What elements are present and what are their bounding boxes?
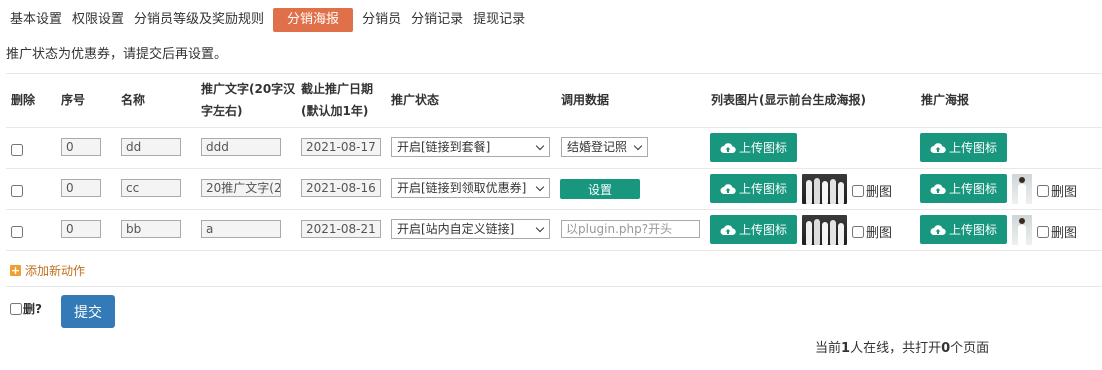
status-select[interactable]: 开启[链接到套餐] xyxy=(391,137,550,157)
delete-image-checkbox[interactable] xyxy=(852,184,864,197)
list-image-upload-button[interactable]: 上传图标 xyxy=(710,133,797,162)
name-input[interactable]: dd xyxy=(121,138,181,156)
custom-link-input[interactable]: 以plugin.php?开头 xyxy=(561,220,700,238)
index-input[interactable]: 0 xyxy=(61,138,101,156)
delete-confirm[interactable]: 删? xyxy=(10,300,42,317)
divider xyxy=(6,168,1102,169)
cloud-upload-icon xyxy=(930,142,946,153)
deadline-input[interactable]: 2021-08-21 xyxy=(301,220,381,238)
list-image-delete[interactable]: 删图 xyxy=(852,181,892,200)
divider xyxy=(6,250,1102,251)
nav-poster[interactable]: 分销海报 xyxy=(273,8,354,32)
header-list-image: 列表图片(显示前台生成海报) xyxy=(711,93,866,107)
nav-level-rules[interactable]: 分销员等级及奖励规则 xyxy=(129,8,269,32)
divider xyxy=(6,286,1102,287)
delete-image-label: 删图 xyxy=(866,185,893,200)
submit-button[interactable]: 提交 xyxy=(61,295,115,328)
status-select-value: 开启[链接到领取优惠券] xyxy=(397,181,527,195)
status-select-value: 开启[站内自定义链接] xyxy=(397,222,515,236)
deadline-input[interactable]: 2021-08-16 xyxy=(301,179,381,197)
upload-label: 上传图标 xyxy=(738,223,787,237)
deadline-input[interactable]: 2021-08-17 xyxy=(301,138,381,156)
nav-basic-settings[interactable]: 基本设置 xyxy=(0,8,67,32)
add-action-label: 添加新动作 xyxy=(25,264,86,278)
divider xyxy=(6,127,1102,128)
header-status: 推广状态 xyxy=(391,93,440,107)
online-status: 当前1人在线，共打开0个页面 xyxy=(815,337,989,356)
footer-prefix: 当前 xyxy=(815,341,842,356)
nav-distributors[interactable]: 分销员 xyxy=(357,8,406,32)
settings-label: 设置 xyxy=(587,182,612,197)
delete-image-label: 删图 xyxy=(1051,226,1078,241)
name-input[interactable]: bb xyxy=(121,220,181,238)
divider xyxy=(6,73,1102,74)
delete-image-checkbox[interactable] xyxy=(852,225,864,238)
call-data-select[interactable]: 结婚登记照 xyxy=(561,137,648,157)
poster-upload-button[interactable]: 上传图标 xyxy=(920,174,1007,203)
index-input[interactable]: 0 xyxy=(61,179,101,197)
footer-mid: 人在线，共打开 xyxy=(850,341,942,356)
delete-image-checkbox[interactable] xyxy=(1037,225,1049,238)
poster-thumbnail xyxy=(1012,174,1032,204)
delete-confirm-label: 删? xyxy=(23,302,42,316)
header-delete: 删除 xyxy=(11,93,36,107)
status-select[interactable]: 开启[链接到领取优惠券] xyxy=(391,178,550,198)
top-nav: 基本设置 权限设置 分销员等级及奖励规则 分销海报 分销员 分销记录 提现记录 xyxy=(0,8,530,32)
list-image-delete[interactable]: 删图 xyxy=(852,222,892,241)
page-count: 0 xyxy=(941,341,951,356)
list-image-thumbnail xyxy=(802,174,847,204)
divider xyxy=(6,209,1102,210)
nav-permission-settings[interactable]: 权限设置 xyxy=(67,8,129,32)
row-delete-checkbox[interactable] xyxy=(11,185,23,197)
cloud-upload-icon xyxy=(720,183,736,194)
header-promo-text-line1: 推广文字(20字汉 xyxy=(201,82,296,96)
delete-image-label: 删图 xyxy=(1051,185,1078,200)
call-data-settings-button[interactable]: 设置 xyxy=(560,179,640,199)
list-image-upload-button[interactable]: 上传图标 xyxy=(710,215,797,244)
promo-text-input[interactable]: 20推广文字(2 xyxy=(201,179,281,197)
online-count: 1 xyxy=(841,341,851,356)
nav-withdraw-records[interactable]: 提现记录 xyxy=(468,8,530,32)
row-delete-checkbox[interactable] xyxy=(11,226,23,238)
header-poster: 推广海报 xyxy=(921,93,970,107)
footer-suffix: 个页面 xyxy=(950,341,990,356)
row-delete-checkbox[interactable] xyxy=(11,144,23,156)
poster-thumbnail xyxy=(1012,215,1032,245)
add-action-link[interactable]: + 添加新动作 xyxy=(10,262,85,279)
delete-image-checkbox[interactable] xyxy=(1037,184,1049,197)
poster-upload-button[interactable]: 上传图标 xyxy=(920,133,1007,162)
status-select-value: 开启[链接到套餐] xyxy=(397,140,491,154)
poster-delete[interactable]: 删图 xyxy=(1037,222,1077,241)
cloud-upload-icon xyxy=(720,142,736,153)
cloud-upload-icon xyxy=(720,224,736,235)
cloud-upload-icon xyxy=(930,183,946,194)
upload-label: 上传图标 xyxy=(948,141,997,155)
header-name: 名称 xyxy=(121,93,146,107)
upload-label: 上传图标 xyxy=(738,182,787,196)
promo-text-input[interactable]: a xyxy=(201,220,281,238)
delete-image-label: 删图 xyxy=(866,226,893,241)
promo-text-input[interactable]: ddd xyxy=(201,138,281,156)
notice-text: 推广状态为优惠券，请提交后再设置。 xyxy=(6,47,228,62)
upload-label: 上传图标 xyxy=(948,223,997,237)
nav-records[interactable]: 分销记录 xyxy=(406,8,468,32)
header-index: 序号 xyxy=(61,93,86,107)
list-image-upload-button[interactable]: 上传图标 xyxy=(710,174,797,203)
upload-label: 上传图标 xyxy=(948,182,997,196)
status-select[interactable]: 开启[站内自定义链接] xyxy=(391,219,550,239)
header-promo-text-line2: 字左右) xyxy=(201,104,243,118)
header-deadline-line2: (默认加1年) xyxy=(301,104,369,118)
cloud-upload-icon xyxy=(930,224,946,235)
upload-label: 上传图标 xyxy=(738,141,787,155)
name-input[interactable]: cc xyxy=(121,179,181,197)
poster-delete[interactable]: 删图 xyxy=(1037,181,1077,200)
header-deadline-line1: 截止推广日期 xyxy=(301,82,374,96)
list-image-thumbnail xyxy=(802,215,847,245)
delete-confirm-checkbox[interactable] xyxy=(10,302,22,315)
poster-upload-button[interactable]: 上传图标 xyxy=(920,215,1007,244)
index-input[interactable]: 0 xyxy=(61,220,101,238)
plus-icon: + xyxy=(10,264,21,277)
header-call-data: 调用数据 xyxy=(561,93,610,107)
call-data-select-value: 结婚登记照 xyxy=(567,140,628,154)
